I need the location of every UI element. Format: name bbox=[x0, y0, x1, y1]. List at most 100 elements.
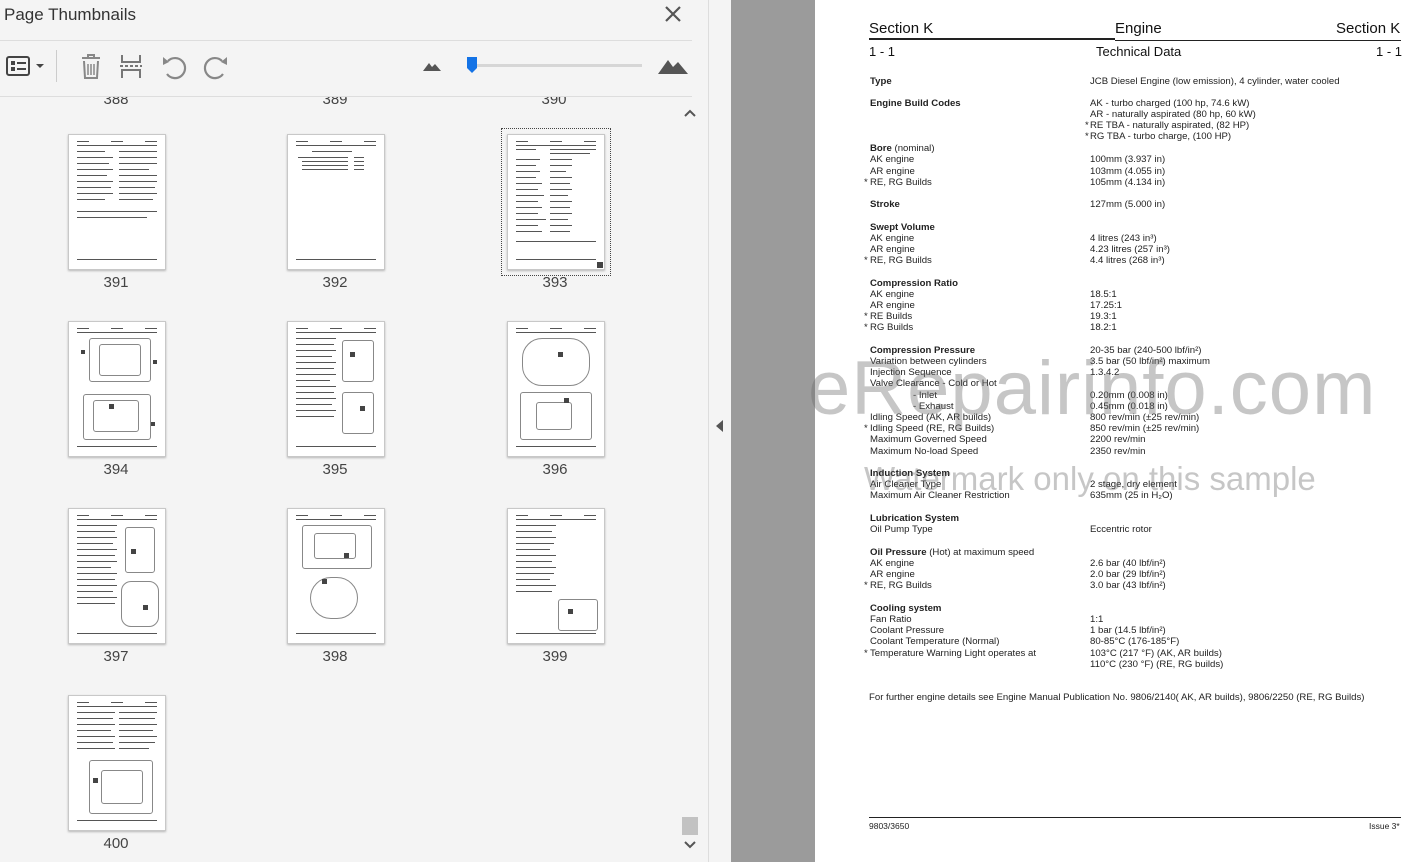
spec-value: JCB Diesel Engine (low emission), 4 cyli… bbox=[1090, 76, 1340, 87]
spec-label: Type bbox=[870, 76, 892, 87]
spec-value: 4.23 litres (257 in³) bbox=[1090, 244, 1170, 255]
spec-label: Coolant Temperature (Normal) bbox=[870, 636, 1000, 647]
spec-value: 2.0 bar (29 lbf/in²) bbox=[1090, 569, 1166, 580]
spec-value: 1 bar (14.5 lbf/in²) bbox=[1090, 625, 1166, 636]
spec-value: 2.6 bar (40 lbf/in²) bbox=[1090, 558, 1166, 569]
spec-value: 80-85°C (176-185°F) bbox=[1090, 636, 1180, 647]
spec-value: 0.45mm (0.018 in) bbox=[1090, 401, 1168, 412]
zoom-out-icon bbox=[423, 63, 441, 71]
spec-label: Swept Volume bbox=[870, 222, 935, 233]
slider-handle[interactable] bbox=[466, 56, 478, 74]
thumbnail-label: 396 bbox=[542, 461, 568, 478]
spec-value: 19.3:1 bbox=[1090, 311, 1117, 322]
page-thumbnail[interactable] bbox=[287, 508, 385, 644]
rotate-right-icon bbox=[203, 56, 227, 80]
page-thumbnail[interactable] bbox=[507, 508, 605, 644]
spec-label: Oil Pump Type bbox=[870, 524, 933, 535]
thumbnail-label: 393 bbox=[542, 274, 568, 291]
spec-value: RG TBA - turbo charge, (100 HP) bbox=[1090, 131, 1232, 142]
thumbnail-label: 389 bbox=[322, 97, 348, 108]
revision-mark: * bbox=[864, 423, 868, 434]
spec-label: Injection Sequence bbox=[870, 367, 952, 378]
subheader-right: 1 - 1 bbox=[1376, 44, 1403, 59]
spec-label: Induction System bbox=[870, 468, 950, 479]
spec-value: 4.4 litres (268 in³) bbox=[1090, 255, 1165, 266]
header-right: Section K bbox=[1336, 20, 1401, 37]
close-panel-button[interactable] bbox=[663, 4, 683, 24]
delete-page-button[interactable] bbox=[76, 52, 106, 80]
page-thumbnail[interactable] bbox=[68, 134, 166, 270]
thumbnail-scrollbar[interactable] bbox=[680, 97, 700, 862]
spec-value: 850 rev/min (±25 rev/min) bbox=[1090, 423, 1200, 434]
spec-label: Bore (nominal) bbox=[870, 143, 935, 154]
thumbnail-label: 400 bbox=[103, 835, 129, 852]
rotate-left-button[interactable] bbox=[158, 52, 190, 80]
page-thumbnail[interactable] bbox=[507, 321, 605, 457]
spec-value: 100mm (3.937 in) bbox=[1090, 154, 1166, 165]
spec-label: AK engine bbox=[870, 289, 915, 300]
spec-value: 0.20mm (0.008 in) bbox=[1090, 390, 1168, 401]
spec-label: Stroke bbox=[870, 199, 900, 210]
revision-mark: * bbox=[864, 177, 868, 188]
revision-mark: * bbox=[864, 322, 868, 333]
spec-label: Engine Build Codes bbox=[870, 98, 961, 109]
page-thumbnail[interactable] bbox=[287, 321, 385, 457]
spec-label: - Inlet bbox=[913, 390, 937, 401]
caret-left-icon bbox=[716, 420, 723, 432]
subheader-left: 1 - 1 bbox=[869, 44, 896, 59]
spec-label: Maximum No-load Speed bbox=[870, 446, 979, 457]
spec-value: 105mm (4.134 in) bbox=[1090, 177, 1166, 188]
page-thumbnail-current[interactable] bbox=[501, 128, 611, 276]
rotate-right-button[interactable] bbox=[200, 52, 232, 80]
scrollbar-thumb[interactable] bbox=[682, 817, 698, 835]
spec-value: 635mm (25 in H₂O) bbox=[1090, 490, 1173, 501]
page-thumbnail[interactable] bbox=[68, 321, 166, 457]
thumbnail-size-slider[interactable] bbox=[468, 64, 642, 67]
thumbnail-label: 394 bbox=[103, 461, 129, 478]
document-gutter bbox=[731, 0, 815, 862]
insert-page-button[interactable] bbox=[116, 52, 146, 80]
revision-mark: * bbox=[1085, 120, 1089, 131]
thumbnail-options-button[interactable] bbox=[4, 52, 46, 80]
spec-label: AR engine bbox=[870, 166, 915, 177]
collapse-panel-button[interactable] bbox=[714, 418, 726, 439]
trash-icon bbox=[82, 54, 100, 79]
footer-right: Issue 3* bbox=[1369, 821, 1400, 831]
spec-label: AK engine bbox=[870, 558, 915, 569]
spec-value: 2350 rev/min bbox=[1090, 446, 1146, 457]
document-page: Section K Engine Section K 1 - 1 Technic… bbox=[815, 0, 1414, 862]
spec-label: Temperature Warning Light operates at bbox=[870, 648, 1037, 659]
zoom-in-icon bbox=[658, 60, 688, 74]
spec-label: AR engine bbox=[870, 569, 915, 580]
spec-value: RE TBA - naturally aspirated, (82 HP) bbox=[1090, 120, 1250, 131]
page-thumbnail[interactable] bbox=[287, 134, 385, 270]
spec-label: Fan Ratio bbox=[870, 614, 912, 625]
spec-label: Air Cleaner Type bbox=[870, 479, 942, 490]
spec-value: 2 stage, dry element bbox=[1090, 479, 1177, 490]
spec-value: 103mm (4.055 in) bbox=[1090, 166, 1166, 177]
spec-label: Valve Clearance - Cold or Hot bbox=[870, 378, 997, 389]
page-thumbnail[interactable] bbox=[68, 508, 166, 644]
zoom-in-thumbnails-button[interactable] bbox=[656, 52, 690, 80]
spec-label: RE Builds bbox=[870, 311, 913, 322]
spec-value: 18.5:1 bbox=[1090, 289, 1117, 300]
spec-label: Lubrication System bbox=[870, 513, 960, 524]
page-thumbnail[interactable] bbox=[68, 695, 166, 831]
spec-value: AK - turbo charged (100 hp, 74.6 kW) bbox=[1090, 98, 1250, 109]
header-left: Section K bbox=[869, 20, 934, 37]
scroll-down-button[interactable] bbox=[680, 837, 700, 853]
thumbnail-label: 395 bbox=[322, 461, 348, 478]
spec-label: AR engine bbox=[870, 300, 915, 311]
zoom-out-thumbnails-button[interactable] bbox=[420, 52, 444, 80]
thumbnail-label: 392 bbox=[322, 274, 348, 291]
close-icon bbox=[665, 6, 681, 22]
spec-value: 3.5 bar (50 lbf/in²) maximum bbox=[1090, 356, 1210, 367]
spec-label: RE, RG Builds bbox=[870, 177, 932, 188]
spec-label: Idling Speed (RE, RG Builds) bbox=[870, 423, 995, 434]
spec-value: 103°C (217 °F) (AK, AR builds) bbox=[1090, 648, 1222, 659]
spec-value: 4 litres (243 in³) bbox=[1090, 233, 1157, 244]
chevron-down-icon bbox=[684, 841, 696, 849]
header-rule bbox=[869, 38, 1115, 40]
thumbnail-list: 388 389 390 391 392 393 394 395 396 397 … bbox=[0, 97, 680, 862]
scroll-up-button[interactable] bbox=[680, 105, 700, 121]
